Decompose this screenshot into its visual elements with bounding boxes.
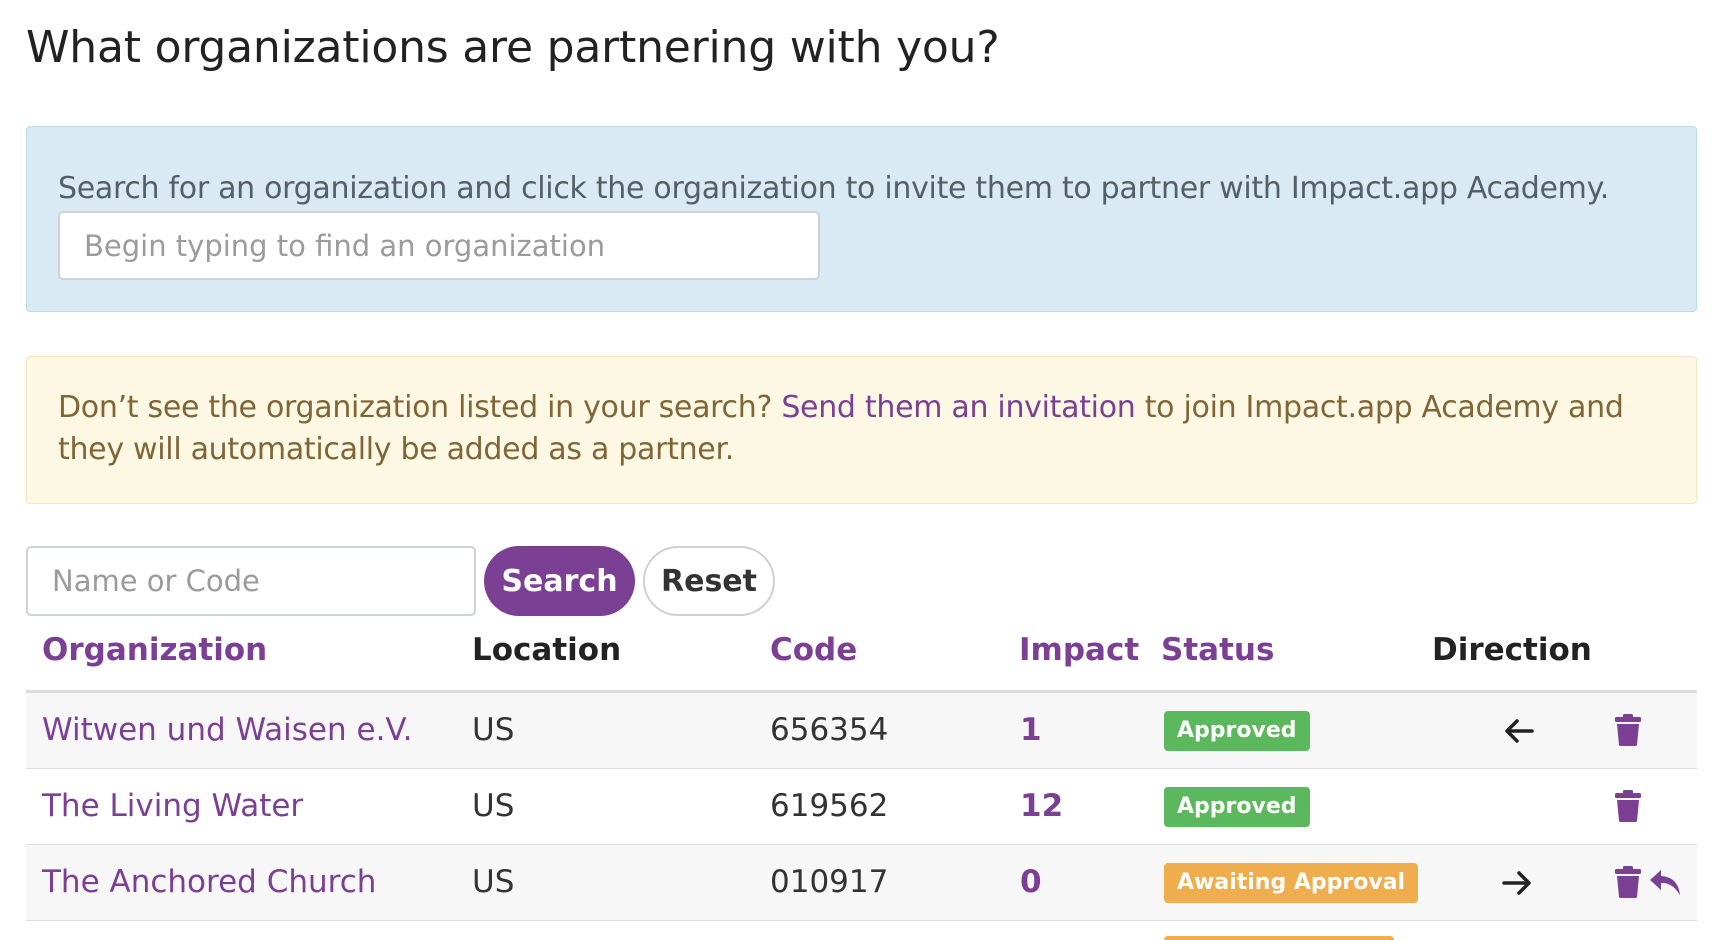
column-header-location: Location	[472, 632, 622, 668]
column-header-organization[interactable]: Organization	[42, 632, 267, 668]
status-badge: Awaiting Approval	[1164, 863, 1419, 903]
trash-icon[interactable]	[1614, 713, 1642, 747]
organization-link[interactable]: Witwen und Waisen e.V.	[42, 693, 413, 768]
info-text: Search for an organization and click the…	[58, 171, 1610, 206]
page-title: What organizations are partnering with y…	[26, 22, 1000, 73]
info-panel: Search for an organization and click the…	[26, 126, 1697, 312]
arrow-right-icon	[1502, 871, 1531, 895]
impact-cell: 1	[1020, 712, 1042, 748]
name-or-code-input[interactable]	[26, 546, 476, 616]
impact-cell: 12	[1020, 788, 1064, 824]
organization-link[interactable]: The Living Water	[42, 769, 303, 844]
location-cell: US	[472, 712, 515, 748]
column-header-code[interactable]: Code	[770, 632, 857, 668]
column-header-impact[interactable]: Impact	[1019, 632, 1139, 668]
status-badge: Approved	[1164, 787, 1310, 827]
next-row-status-badge	[1164, 936, 1394, 940]
column-header-status[interactable]: Status	[1161, 632, 1274, 668]
location-cell: US	[472, 788, 515, 824]
arrow-left-icon	[1505, 719, 1534, 743]
trash-icon[interactable]	[1614, 865, 1642, 899]
location-cell: US	[472, 864, 515, 900]
impact-cell: 0	[1020, 864, 1042, 900]
organization-search-input[interactable]	[58, 211, 820, 280]
organization-link[interactable]: The Anchored Church	[42, 845, 376, 920]
column-header-direction: Direction	[1432, 632, 1592, 668]
search-button[interactable]: Search	[484, 546, 635, 616]
trash-icon[interactable]	[1614, 789, 1642, 823]
code-cell: 619562	[770, 788, 889, 824]
reply-icon[interactable]	[1648, 867, 1682, 897]
table-row: The Living Water US 619562 12 Approved	[26, 769, 1697, 845]
code-cell: 010917	[770, 864, 889, 900]
table-row: Witwen und Waisen e.V. US 656354 1 Appro…	[26, 693, 1697, 769]
notice-text-before: Don’t see the organization listed in you…	[58, 390, 782, 425]
notice-panel: Don’t see the organization listed in you…	[26, 356, 1697, 504]
table-row: The Anchored Church US 010917 0 Awaiting…	[26, 845, 1697, 921]
code-cell: 656354	[770, 712, 889, 748]
status-badge: Approved	[1164, 711, 1310, 751]
send-invitation-link[interactable]: Send them an invitation	[781, 390, 1135, 425]
reset-button[interactable]: Reset	[643, 546, 775, 616]
notice-text: Don’t see the organization listed in you…	[58, 387, 1688, 471]
